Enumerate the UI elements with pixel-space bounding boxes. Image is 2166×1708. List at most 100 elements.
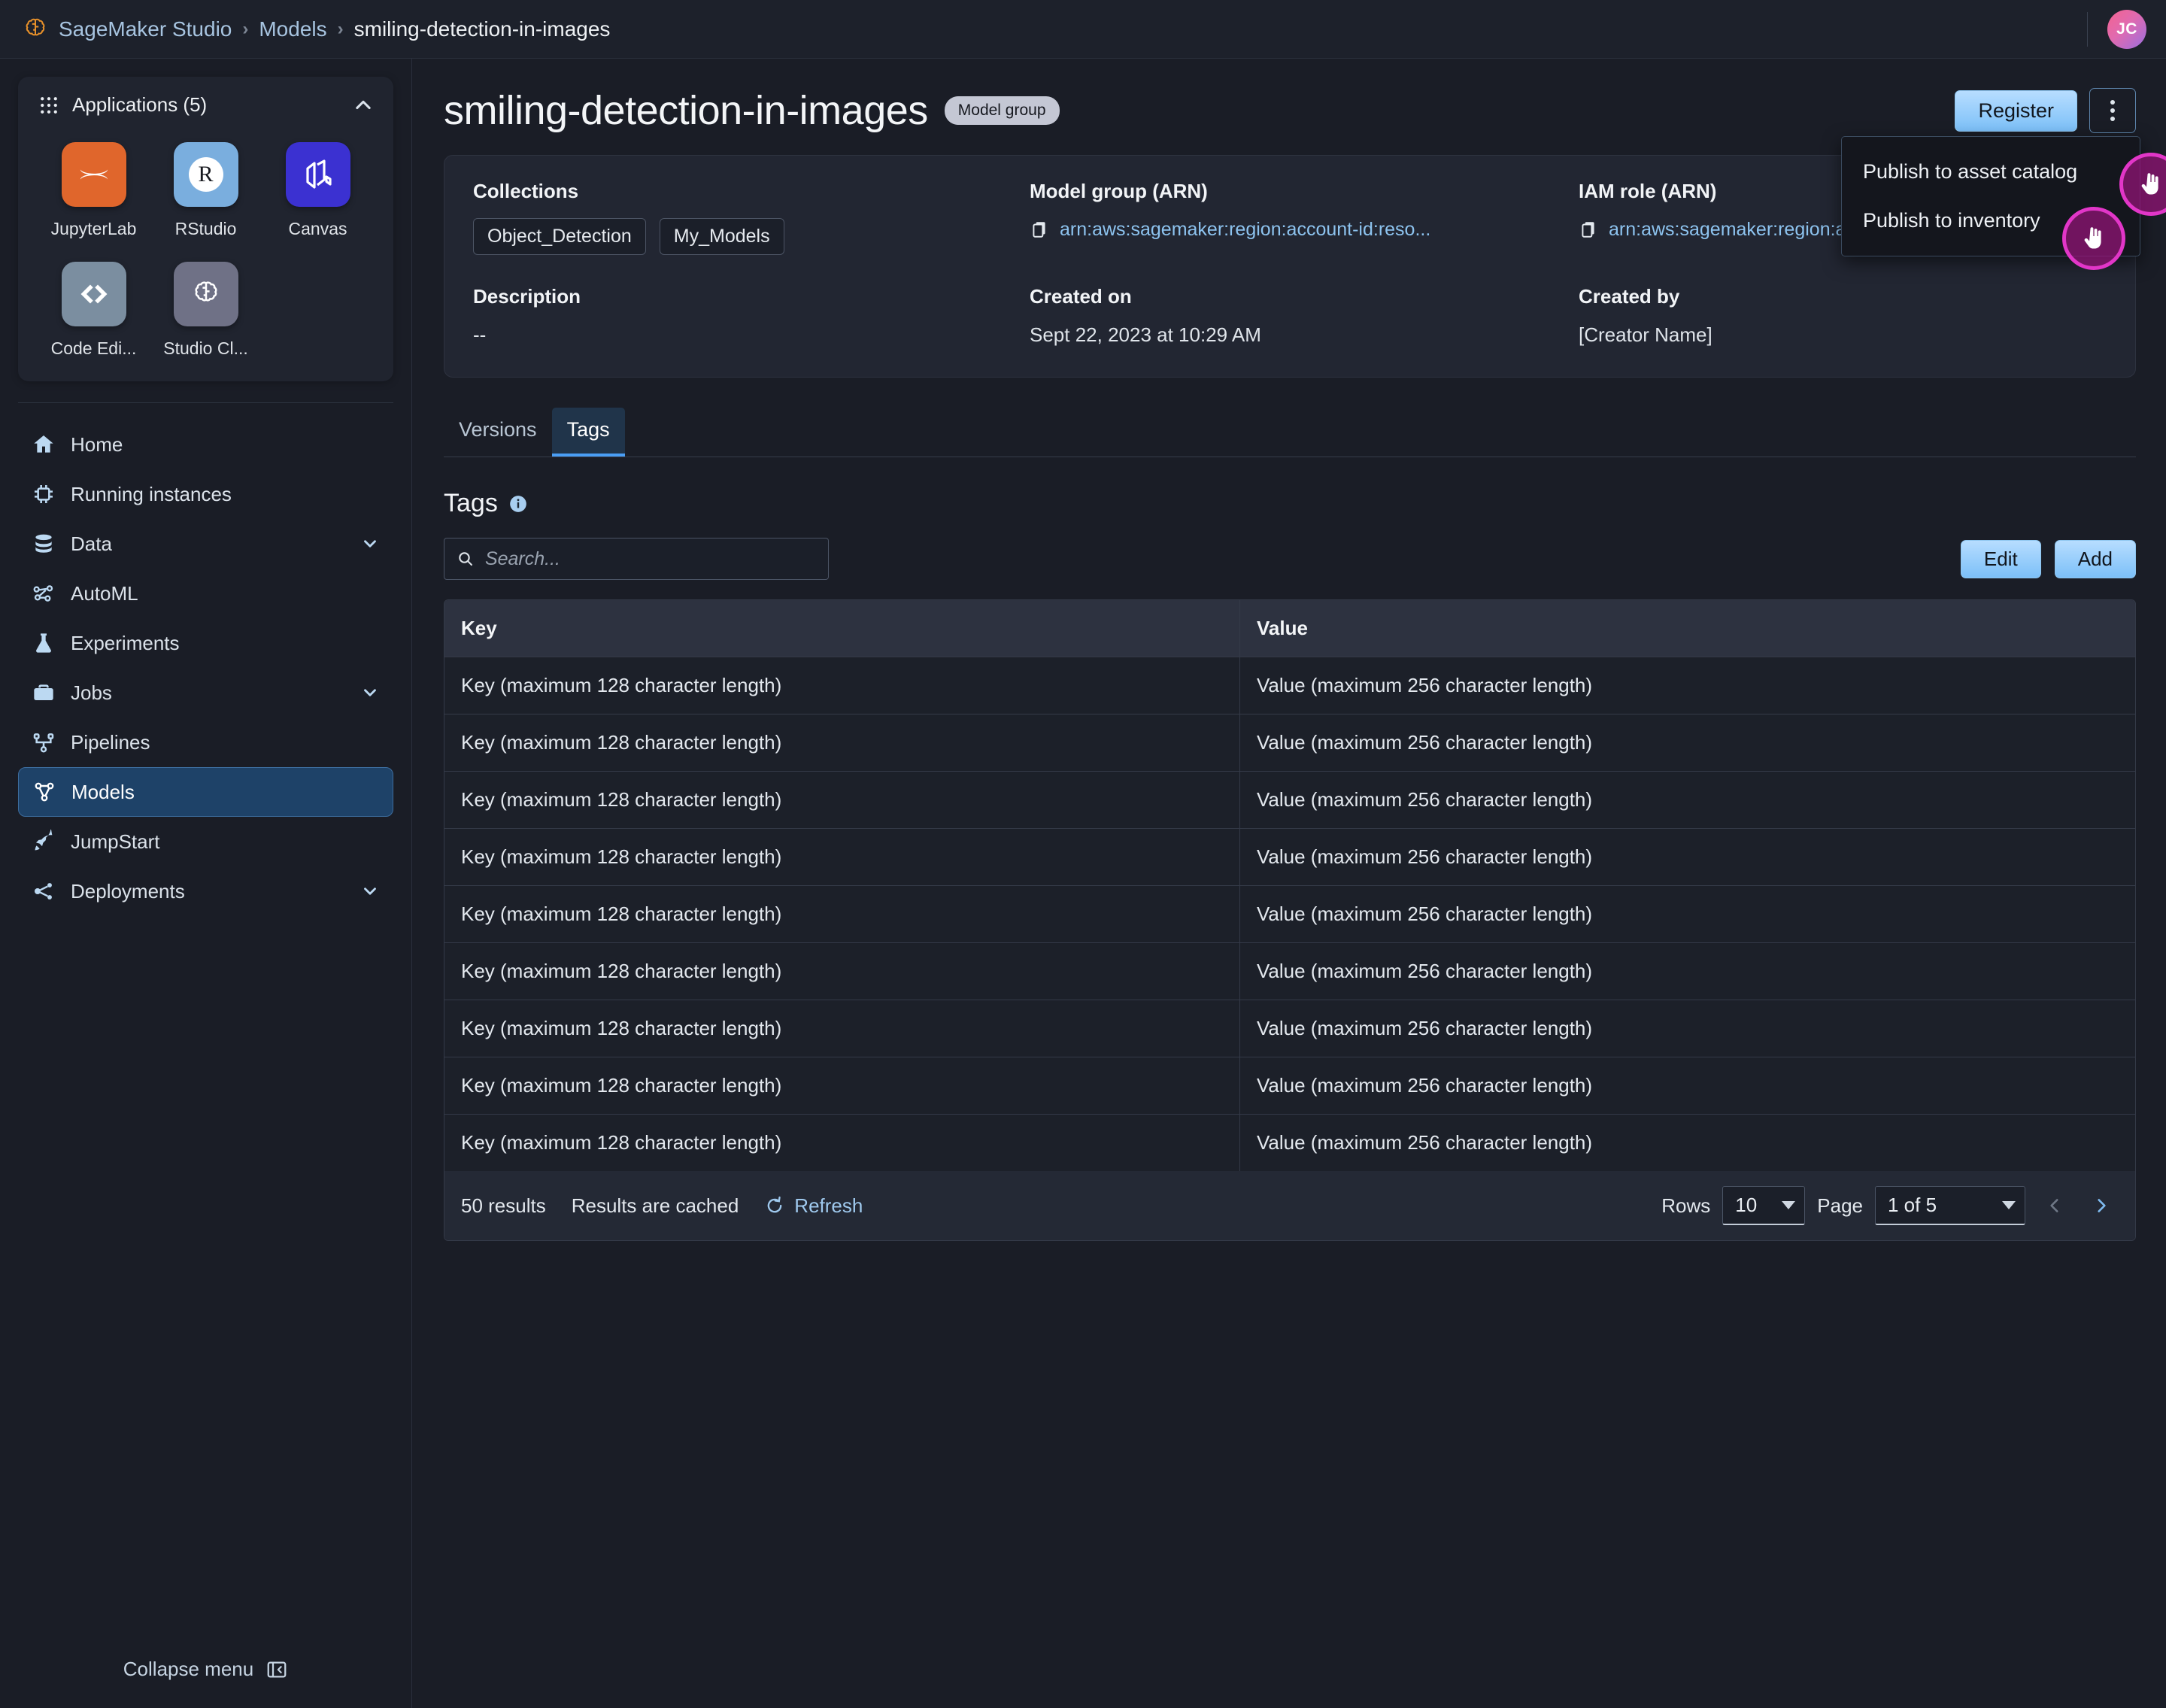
cell-key: Key (maximum 128 character length) (444, 1057, 1240, 1114)
sidebar-item-jumpstart[interactable]: JumpStart (18, 817, 393, 866)
chevron-down-icon[interactable] (360, 534, 380, 554)
tags-toolbar: Edit Add (444, 538, 2136, 580)
chevron-right-icon (2098, 1199, 2106, 1212)
search-input[interactable] (484, 548, 816, 570)
sidebar-item-experiments[interactable]: Experiments (18, 618, 393, 668)
table-row[interactable]: Key (maximum 128 character length) Value… (444, 714, 2135, 772)
sidebar-item-running-instances[interactable]: Running instances (18, 469, 393, 519)
breadcrumb-item-sagemaker-studio[interactable]: SageMaker Studio (59, 17, 232, 41)
refresh-button[interactable]: Refresh (764, 1194, 863, 1218)
tags-actions: Edit Add (1960, 539, 2136, 578)
sidebar-item-label: JumpStart (71, 830, 160, 853)
collection-chip[interactable]: My_Models (659, 218, 784, 255)
app-tile-code-editor[interactable]: Code Edi... (38, 262, 150, 359)
chevron-down-icon[interactable] (360, 881, 380, 901)
next-page-button[interactable] (2084, 1191, 2119, 1220)
field-model-group-arn: Model group (ARN) arn:aws:sagemaker:regi… (1030, 180, 1579, 275)
sidebar-item-home[interactable]: Home (18, 420, 393, 469)
tab-tags[interactable]: Tags (551, 408, 625, 457)
chevron-down-icon (2002, 1201, 2016, 1209)
applications-panel: Applications (5) JupyterLab R RStudio Ca… (18, 77, 393, 381)
column-header-value[interactable]: Value (1240, 600, 2135, 657)
main-content: smiling-detection-in-images Model group … (412, 59, 2166, 1708)
sidebar-item-label: Running instances (71, 482, 232, 505)
status-badge: Model group (944, 96, 1060, 125)
cell-value: Value (maximum 256 character length) (1257, 1074, 1593, 1097)
models-icon (35, 782, 54, 802)
jupyterlab-icon (61, 142, 126, 207)
table-row[interactable]: Key (maximum 128 character length) Value… (444, 772, 2135, 829)
app-tile-jupyterlab[interactable]: JupyterLab (38, 142, 150, 239)
breadcrumb-separator-icon: › (242, 18, 249, 39)
cell-key: Key (maximum 128 character length) (444, 772, 1240, 828)
automl-icon (33, 585, 53, 602)
table-row[interactable]: Key (maximum 128 character length) Value… (444, 1057, 2135, 1115)
field-value: -- (473, 323, 487, 346)
table-row[interactable]: Key (maximum 128 character length) Value… (444, 1000, 2135, 1057)
code-editor-icon (61, 262, 126, 326)
column-header-key[interactable]: Key (444, 600, 1240, 657)
edit-button[interactable]: Edit (1960, 539, 2041, 578)
collection-chip[interactable]: Object_Detection (473, 218, 646, 255)
breadcrumb-item-models[interactable]: Models (259, 17, 326, 41)
sidebar-item-automl[interactable]: AutoML (18, 569, 393, 618)
field-label: Model group (ARN) (1030, 180, 1208, 202)
app-shell: Applications (5) JupyterLab R RStudio Ca… (0, 59, 2166, 1708)
table-row[interactable]: Key (maximum 128 character length) Value… (444, 886, 2135, 943)
copy-icon[interactable] (1579, 218, 1598, 241)
cell-value: Value (maximum 256 character length) (1257, 788, 1593, 811)
rocket-icon (35, 830, 53, 851)
chevron-down-icon[interactable] (360, 683, 380, 702)
page-select[interactable]: 1 of 5 (1875, 1186, 2025, 1225)
pipeline-icon (33, 733, 54, 753)
app-label: JupyterLab (50, 219, 137, 238)
table-row[interactable]: Key (maximum 128 character length) Value… (444, 1115, 2135, 1171)
info-circle-icon[interactable] (508, 494, 528, 514)
add-button[interactable]: Add (2054, 539, 2136, 578)
model-group-arn-link[interactable]: arn:aws:sagemaker:region:account-id:reso… (1060, 219, 1430, 241)
app-tile-rstudio[interactable]: R RStudio (150, 142, 262, 239)
panel-collapse-icon (267, 1661, 287, 1677)
previous-page-button[interactable] (2037, 1191, 2072, 1220)
menu-item-publish-to-asset-catalog[interactable]: Publish to asset catalog (1842, 147, 2140, 196)
menu-item-publish-to-inventory[interactable]: Publish to inventory (1842, 196, 2140, 245)
header-actions: Register Publish to asset catalog Publis… (1841, 88, 2166, 270)
table-body: Key (maximum 128 character length) Value… (444, 657, 2135, 1171)
sidebar-item-deployments[interactable]: Deployments (18, 866, 393, 916)
table-row[interactable]: Key (maximum 128 character length) Value… (444, 829, 2135, 886)
field-value: Sept 22, 2023 at 10:29 AM (1030, 323, 1261, 346)
flask-icon (36, 633, 51, 653)
share-icon (35, 883, 52, 900)
sidebar-item-label: Pipelines (71, 730, 150, 754)
app-label: Code Edi... (50, 338, 137, 358)
search-icon (459, 552, 472, 566)
table-row[interactable]: Key (maximum 128 character length) Value… (444, 943, 2135, 1000)
divider (2087, 11, 2088, 47)
sidebar-item-data[interactable]: Data (18, 519, 393, 569)
more-actions-button[interactable] (2089, 88, 2136, 133)
field-collections: Collections Object_Detection My_Models (473, 180, 1030, 275)
sidebar-item-models[interactable]: Models (18, 767, 393, 817)
collapse-menu-label: Collapse menu (123, 1658, 254, 1680)
app-tile-canvas[interactable]: Canvas (262, 142, 374, 239)
app-tile-studio-classic[interactable]: Studio Cl... (150, 262, 262, 359)
sidebar-item-jobs[interactable]: Jobs (18, 668, 393, 717)
table-row[interactable]: Key (maximum 128 character length) Value… (444, 657, 2135, 714)
rows-per-page-select[interactable]: 10 (1722, 1186, 1806, 1225)
avatar[interactable]: JC (2107, 9, 2146, 49)
tab-versions[interactable]: Versions (444, 408, 552, 457)
top-bar-right: JC (2087, 0, 2146, 58)
briefcase-icon (34, 684, 53, 700)
tab-bar: Versions Tags (444, 408, 2136, 457)
sidebar-item-pipelines[interactable]: Pipelines (18, 717, 393, 767)
field-created-on: Created on Sept 22, 2023 at 10:29 AM (1030, 285, 1579, 347)
copy-icon[interactable] (1030, 218, 1049, 241)
register-button[interactable]: Register (1955, 89, 2077, 132)
cell-value: Value (maximum 256 character length) (1257, 960, 1593, 982)
collapse-menu-button[interactable]: Collapse menu (0, 1658, 411, 1681)
search-input-wrapper[interactable] (444, 538, 829, 580)
database-icon (35, 534, 52, 553)
sidebar-nav: Home Running instances Data AutoML Exper… (0, 403, 411, 916)
chevron-up-icon[interactable] (353, 95, 374, 116)
arn-row: arn:aws:sagemaker:region:account-id:reso… (1030, 218, 1579, 241)
